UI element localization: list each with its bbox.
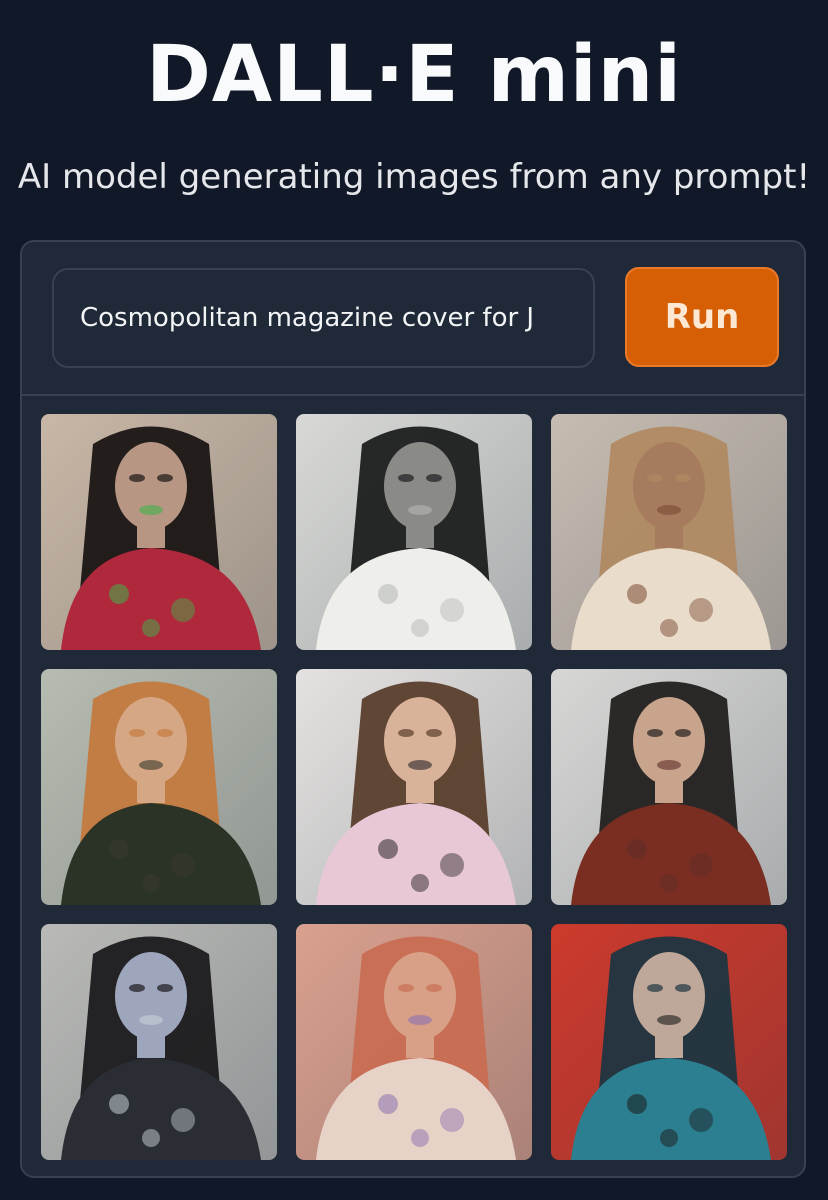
generated-image-4[interactable] [41,669,277,905]
run-button[interactable]: Run [625,267,779,367]
generated-image-7[interactable] [41,924,277,1160]
generated-image-6[interactable] [551,669,787,905]
card-divider [22,394,804,396]
generated-image-5[interactable] [296,669,532,905]
results-grid [41,414,789,1160]
page-subtitle: AI model generating images from any prom… [17,157,811,197]
generated-image-9[interactable] [551,924,787,1160]
generated-image-3[interactable] [551,414,787,650]
dalle-mini-page: DALL·E mini AI model generating images f… [0,0,828,1200]
generated-image-8[interactable] [296,924,532,1160]
page-title: DALL·E mini [146,30,682,120]
generated-image-2[interactable] [296,414,532,650]
generator-card: Run [20,240,806,1178]
generated-image-1[interactable] [41,414,277,650]
prompt-input[interactable] [52,268,595,368]
